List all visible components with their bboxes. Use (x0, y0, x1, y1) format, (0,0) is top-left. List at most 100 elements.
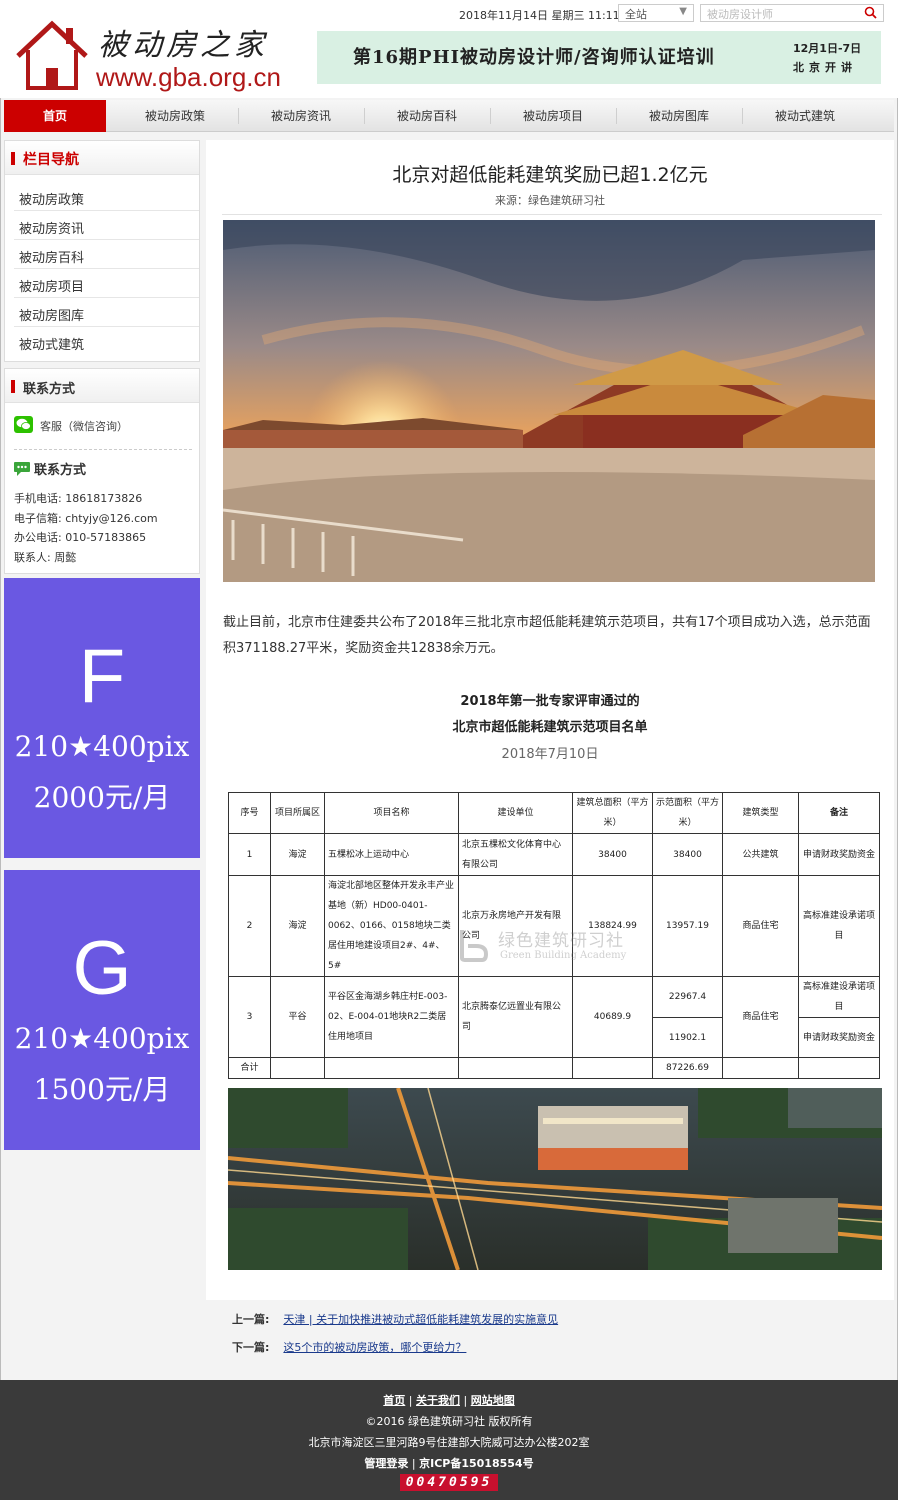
table-row: 3 平谷 平谷区金海湖乡韩庄村E-003-02、E-004-01地块R2二类居住… (228, 976, 880, 1058)
ad-size: 210★400pix (14, 730, 190, 763)
sidebar-item-news[interactable]: 被动房资讯 (14, 212, 199, 240)
table-cell (270, 1057, 325, 1079)
table-total-row: 合计 87226.69 (228, 1057, 880, 1079)
contact-subheading: 联系方式 (13, 459, 86, 478)
table-cell: 五棵松冰上运动中心 (324, 833, 459, 876)
ad-letter: F (78, 634, 126, 719)
training-banner[interactable]: 第16期PHI被动房设计师/咨询师认证培训 12月1日-7日 北京开讲 (317, 31, 881, 84)
table-cell: 海淀北部地区整体开发永丰产业基地（新）HD00-0401-0062、0166、0… (324, 875, 459, 977)
contact-email: 电子信箱: chtyjy@126.com (14, 512, 158, 525)
search-scope-select[interactable]: 全站 ▼ (618, 4, 694, 22)
nav-item-projects[interactable]: 被动房项目 (490, 100, 616, 132)
main-nav: 首页 被动房政策 被动房资讯 被动房百科 被动房项目 被动房图库 被动式建筑 (4, 100, 894, 132)
city-intersection-image (228, 1088, 882, 1270)
table-cell: 3 (228, 976, 271, 1058)
ad-slot-g[interactable]: G 210★400pix 1500元/月 (4, 870, 200, 1150)
table-cell: 申请财政奖励资金 (798, 833, 880, 876)
table-cell (324, 1057, 459, 1079)
table-cell: 38400 (652, 833, 723, 876)
table-cell: 合计 (228, 1057, 271, 1079)
nav-item-gallery[interactable]: 被动房图库 (616, 100, 742, 132)
table-cell: 38400 (572, 833, 653, 876)
table-cell (798, 1057, 880, 1079)
search-scope-value: 全站 (625, 8, 647, 21)
table-date: 2018年7月10日 (501, 747, 599, 762)
table-row: 1 海淀 五棵松冰上运动中心 北京五棵松文化体育中心有限公司 38400 384… (228, 833, 880, 876)
nav-item-home[interactable]: 首页 (4, 100, 106, 132)
article-paragraph: 截止目前，北京市住建委共公布了2018年三批北京市超低能耗建筑示范项目，共有17… (223, 615, 871, 656)
wechat-label: 客服（微信咨询） (40, 420, 128, 433)
nav-item-news[interactable]: 被动房资讯 (238, 100, 364, 132)
column-nav-title: 栏目导航 (23, 152, 79, 168)
divider (222, 214, 882, 215)
article-main: 北京对超低能耗建筑奖励已超1.2亿元 来源：绿色建筑研习社 截止目前，北京市住建… (206, 140, 894, 1300)
nav-item-policy[interactable]: 被动房政策 (112, 100, 238, 132)
sidebar-item-gallery[interactable]: 被动房图库 (14, 299, 199, 327)
footer-link-about[interactable]: 关于我们 (416, 1394, 460, 1407)
table-cell: 商品住宅 (722, 976, 799, 1058)
table-cell: 高标准建设承诺项目 (798, 875, 880, 977)
logo-text: 被动房之家 (98, 28, 268, 63)
footer-admin-row: 管理登录 | 京ICP备15018554号 (364, 1457, 534, 1470)
banner-place: 北京开讲 (793, 61, 857, 74)
ad-letter: G (72, 926, 132, 1011)
wechat-icon (14, 416, 33, 433)
table-heading-line1: 2018年第一批专家评审通过的 (460, 694, 640, 709)
footer-address: 北京市海淀区三里河路9号住建部大院威可达办公楼202室 (308, 1436, 590, 1449)
table-header-cell: 建筑类型 (722, 792, 799, 834)
footer-link-home[interactable]: 首页 (383, 1394, 405, 1407)
table-cell: 北京腾泰亿远置业有限公司 (458, 976, 573, 1058)
contact-header: 联系方式 (5, 369, 199, 403)
banner-title: 第16期PHI被动房设计师/咨询师认证培训 (353, 47, 715, 68)
table-cell (722, 1057, 799, 1079)
banner-date: 12月1日-7日 (793, 42, 862, 55)
sidebar-item-projects[interactable]: 被动房项目 (14, 270, 199, 298)
article-source: 来源：绿色建筑研习社 (495, 194, 605, 207)
ad-slot-f[interactable]: F 210★400pix 2000元/月 (4, 578, 200, 858)
search-icon[interactable] (864, 6, 877, 19)
prev-article-link[interactable]: 天津 | 关于加快推进被动式超低能耗建筑发展的实施意见 (283, 1313, 558, 1326)
admin-login-link[interactable]: 管理登录 (364, 1457, 408, 1470)
contact-person: 联系人: 周懿 (14, 551, 77, 564)
ad-price: 2000元/月 (33, 781, 171, 814)
house-logo-icon (16, 20, 88, 90)
search-input[interactable]: 被动房设计师 (700, 4, 884, 22)
divider (14, 449, 192, 450)
next-article-link[interactable]: 这5个市的被动房政策，哪个更给力？ (283, 1341, 466, 1354)
sidebar-item-wiki[interactable]: 被动房百科 (14, 241, 199, 269)
footer-copyright: ©2016 绿色建筑研习社 版权所有 (365, 1415, 533, 1428)
table-cell: 11902.1 (652, 1017, 723, 1058)
table-cell: 海淀 (270, 875, 325, 977)
table-cell: 平谷 (270, 976, 325, 1058)
footer-link-sitemap[interactable]: 网站地图 (471, 1394, 515, 1407)
table-cell: 申请财政奖励资金 (798, 1017, 880, 1058)
icp-record[interactable]: 京ICP备15018554号 (419, 1457, 533, 1470)
sidebar-item-passive-building[interactable]: 被动式建筑 (14, 328, 199, 356)
current-datetime: 2018年11月14日 星期三 11:11 (459, 9, 620, 22)
table-cell (458, 1057, 573, 1079)
site-logo[interactable]: 被动房之家 www.gba.org.cn (14, 18, 304, 92)
table-header-cell: 项目所属区 (270, 792, 325, 834)
table-cell: 2 (228, 875, 271, 977)
nav-item-passive-building[interactable]: 被动式建筑 (742, 100, 868, 132)
watermark: 绿色建筑研习社 Green Building Academy (458, 926, 658, 966)
table-cell: 13957.19 (652, 875, 723, 977)
next-article: 下一篇: 这5个市的被动房政策，哪个更给力？ (232, 1339, 466, 1355)
prev-article: 上一篇: 天津 | 关于加快推进被动式超低能耗建筑发展的实施意见 (232, 1311, 558, 1327)
table-cell: 高标准建设承诺项目 (798, 976, 880, 1018)
table-cell: 平谷区金海湖乡韩庄村E-003-02、E-004-01地块R2二类居住用地项目 (324, 976, 459, 1058)
contact-title: 联系方式 (23, 382, 76, 397)
contact-subheading-label: 联系方式 (34, 463, 87, 478)
chat-bubble-icon (14, 462, 30, 476)
table-cell (572, 1057, 653, 1079)
footer-counter-row: 00470595 (0, 1474, 898, 1491)
table-header-cell: 建设单位 (458, 792, 573, 834)
header-accent-bar (11, 152, 15, 165)
logo-url: www.gba.org.cn (96, 62, 281, 92)
sidebar-item-policy[interactable]: 被动房政策 (14, 183, 199, 211)
nav-item-wiki[interactable]: 被动房百科 (364, 100, 490, 132)
table-cell: 北京五棵松文化体育中心有限公司 (458, 833, 573, 876)
table-header-cell: 建筑总面积（平方米） (572, 792, 653, 834)
table-cell: 87226.69 (652, 1057, 723, 1079)
watermark-en: Green Building Academy (500, 950, 627, 961)
